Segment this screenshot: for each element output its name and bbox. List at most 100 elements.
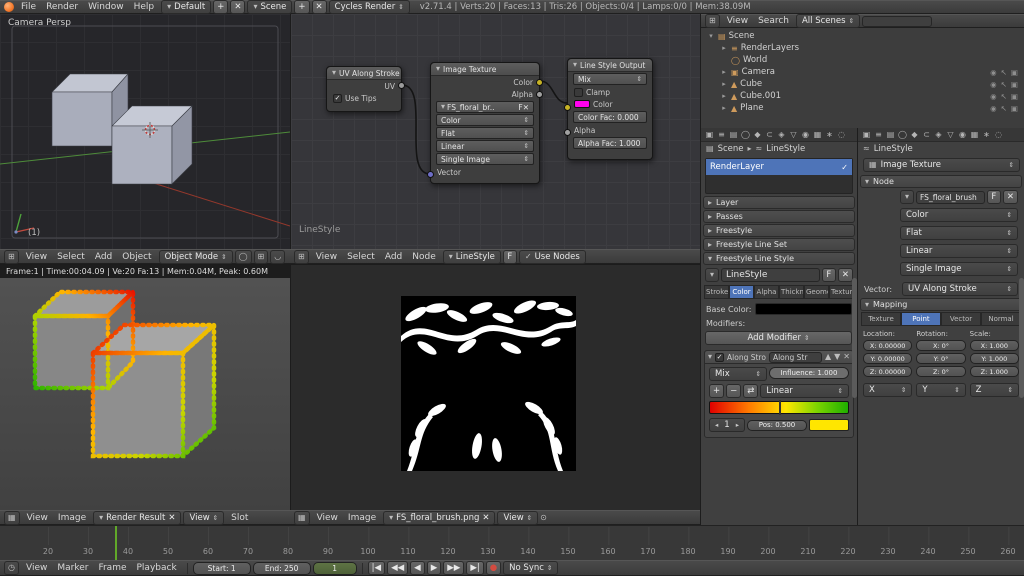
outliner-item[interactable]: ◯ World [703, 54, 1022, 66]
base-color-swatch[interactable] [755, 303, 852, 315]
properties-tab-icon[interactable]: ▽ [945, 130, 956, 139]
add-modifier-button[interactable]: Add Modifier ⇕ [705, 331, 852, 345]
delete-stop-button[interactable]: − [726, 384, 741, 398]
properties-tab-icon[interactable]: ⊂ [921, 130, 932, 139]
stop-index-stepper[interactable]: ◂ 1 ▸ [709, 418, 745, 432]
outliner-item[interactable]: ▸ ▲ Cube.001 ◉ ↖ ▣ [703, 90, 1022, 102]
alpha-input-socket[interactable] [564, 129, 571, 136]
clamp-checkbox[interactable] [574, 88, 583, 97]
scrollbar[interactable] [1019, 278, 1024, 398]
linestyle-tab[interactable]: Color [729, 285, 754, 299]
texture-field-select[interactable]: Color⇕ [900, 208, 1018, 222]
breadcrumb-scene[interactable]: Scene [718, 144, 744, 154]
3d-viewport[interactable]: Camera Persp (1) [0, 14, 290, 249]
properties-tab-icon[interactable]: ◌ [836, 130, 847, 139]
node-select[interactable]: Color⇕ [436, 114, 534, 126]
blend-mode-select[interactable]: Mix ⇕ [709, 367, 767, 381]
image-name-field[interactable]: FS_floral_brush [916, 191, 985, 204]
mapping-tab[interactable]: Vector [941, 312, 981, 326]
editor-type-select[interactable]: ⊞ [294, 250, 309, 264]
jump-to-start-button[interactable]: |◀ [368, 561, 385, 575]
alpha-output-socket[interactable] [536, 91, 543, 98]
menu-item[interactable]: View [722, 15, 753, 27]
unlink-icon[interactable]: ✕ [482, 513, 489, 523]
mode-select[interactable]: Object Mode ⇕ [159, 250, 233, 264]
sync-mode-select[interactable]: No Sync ⇕ [503, 561, 558, 575]
arrow-right-icon[interactable]: ▸ [736, 421, 739, 429]
restrict-toggles[interactable]: ◉ ↖ ▣ [990, 92, 1018, 101]
menu-item[interactable]: Object [117, 251, 156, 263]
interpolation-select[interactable]: Linear ⇕ [760, 384, 849, 398]
modifier-name-field[interactable]: Along Str [769, 352, 822, 363]
expander-icon[interactable]: ▾ [707, 32, 715, 40]
properties-tab-icon[interactable]: ∗ [981, 130, 992, 139]
pin-icon[interactable]: ⊙ [540, 514, 547, 522]
rotation-field[interactable]: Y: 0° [916, 353, 965, 364]
menu-item[interactable]: File [16, 1, 41, 13]
breadcrumb-linestyle[interactable]: LineStyle [874, 144, 913, 154]
menu-item[interactable]: Select [342, 251, 380, 263]
move-down-icon[interactable]: ▼ [834, 353, 840, 361]
brush-image-editor[interactable] [290, 264, 700, 510]
menu-item[interactable]: Search [753, 15, 794, 27]
linestyle-tab[interactable]: Thickness [779, 285, 804, 299]
search-input[interactable] [862, 16, 932, 27]
fake-user-button[interactable]: F [987, 190, 1001, 204]
add-scene-button[interactable]: + [294, 0, 309, 14]
panel-header-mapping[interactable]: ▾ Mapping [860, 298, 1022, 311]
screen-layout-select[interactable]: ▾ Default [161, 0, 211, 14]
editor-type-select[interactable]: ⊞ [4, 250, 19, 264]
properties-editor-left[interactable]: ▣≡▤◯◆⊂◈▽◉▦∗◌ ▤ Scene ▸ ≈ LineStyle Rende… [700, 128, 857, 525]
restrict-toggles[interactable]: ◉ ↖ ▣ [990, 104, 1018, 113]
add-stop-button[interactable]: + [709, 384, 724, 398]
color-input-socket[interactable] [564, 104, 571, 111]
restrict-toggles[interactable]: ◉ ↖ ▣ [990, 68, 1018, 77]
rotation-field[interactable]: X: 0° [916, 340, 965, 351]
scene-select[interactable]: ▾ Scene [247, 0, 292, 14]
properties-tab-icon[interactable]: ▽ [788, 130, 799, 139]
menu-item[interactable]: View [21, 562, 52, 574]
ramp-stop-marker[interactable] [779, 400, 781, 415]
properties-tab-icon[interactable]: ◯ [740, 130, 751, 139]
node-select[interactable]: Flat⇕ [436, 127, 534, 139]
expander-icon[interactable]: ▸ [720, 92, 728, 100]
next-keyframe-button[interactable]: ▶▶ [443, 561, 464, 575]
menu-item[interactable]: Help [129, 1, 160, 13]
properties-tab-icon[interactable]: ◈ [933, 130, 944, 139]
unlink-icon[interactable]: ✕ [168, 513, 175, 523]
image-datablock[interactable]: ▾ FS_floral_br.. F ✕ [436, 101, 534, 113]
collapse-icon[interactable]: ▾ [436, 65, 440, 73]
mapping-tab[interactable]: Normal [981, 312, 1021, 326]
fake-user-button[interactable]: F [822, 268, 836, 282]
collapse-icon[interactable]: ▾ [708, 353, 712, 361]
render-layer-item[interactable]: RenderLayer ✓ [706, 159, 852, 175]
stop-color-swatch[interactable] [809, 419, 849, 431]
node-tree-datablock[interactable]: ▾ LineStyle [443, 250, 501, 264]
menu-item[interactable]: Add [90, 251, 117, 263]
properties-tab-icon[interactable]: ▣ [861, 130, 872, 139]
unlink-icon[interactable]: ✕ [523, 103, 529, 112]
scale-field[interactable]: Z: 1.000 [970, 366, 1019, 377]
panel-header[interactable]: ▸ Layer [703, 196, 855, 209]
editor-type-select[interactable]: ▦ [4, 511, 20, 525]
expander-icon[interactable]: ▸ [720, 44, 728, 52]
fake-user-button[interactable]: F [503, 250, 517, 264]
menu-item[interactable]: Window [83, 1, 129, 13]
node-uv-along-stroke[interactable]: ▾UV Along Stroke UV ✓Use Tips [326, 66, 402, 112]
unlink-button[interactable]: ✕ [1003, 190, 1018, 204]
collapse-icon[interactable]: ▾ [332, 69, 336, 77]
previous-keyframe-button[interactable]: ◀◀ [387, 561, 408, 575]
linestyle-tab[interactable]: Texture [829, 285, 854, 299]
axis-select[interactable]: Y⇕ [916, 383, 965, 397]
influence-slider[interactable]: Influence: 1.000 [769, 367, 849, 379]
expander-icon[interactable]: ▸ [720, 68, 728, 76]
modifier-enable-checkbox[interactable]: ✓ [715, 353, 724, 362]
axis-select[interactable]: Z⇕ [970, 383, 1019, 397]
expander-icon[interactable]: ▸ [720, 104, 728, 112]
timeline-ruler[interactable]: 2030405060708090100110120130140150160170… [0, 525, 1024, 560]
mapping-tab[interactable]: Point [901, 312, 941, 326]
menu-item[interactable]: Playback [132, 562, 182, 574]
image-datablock-select[interactable]: ▾ Render Result ✕ [93, 511, 181, 525]
panel-header[interactable]: ▸ Freestyle Line Set [703, 238, 855, 251]
vector-input-socket[interactable] [427, 171, 434, 178]
